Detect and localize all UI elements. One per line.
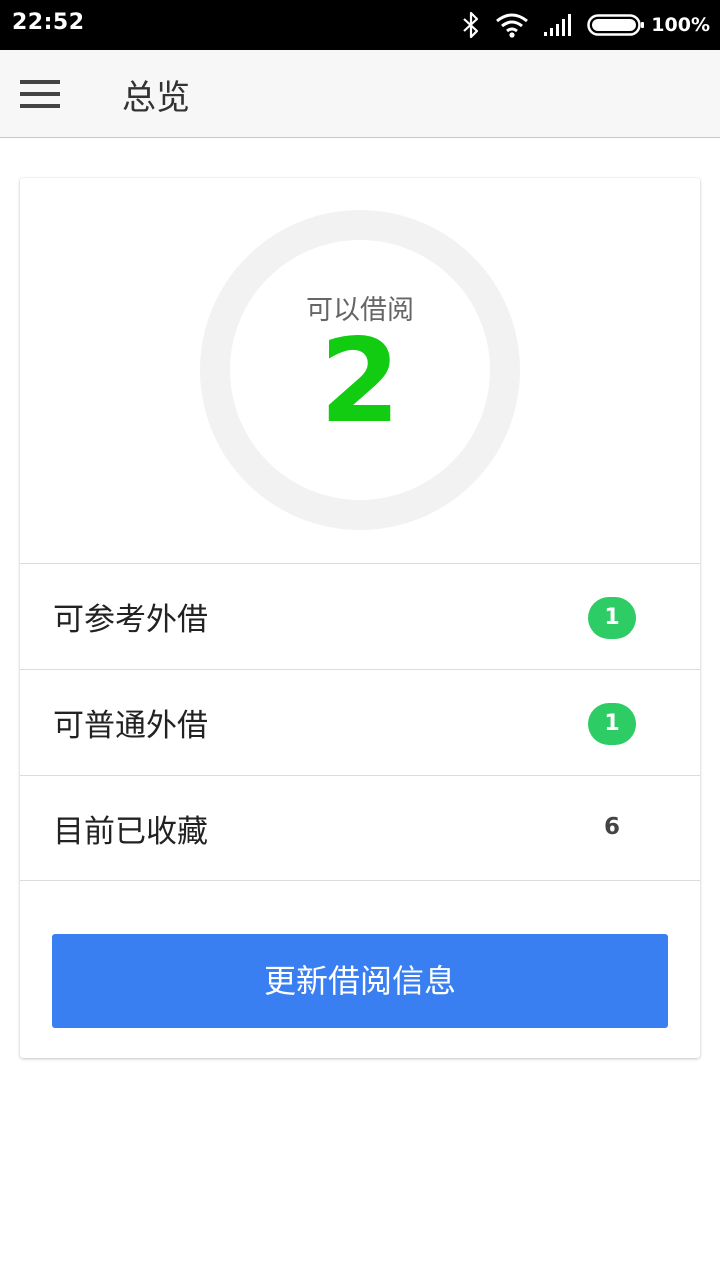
stat-row-reference-loan: 可参考外借 1 [20,563,700,669]
summary-value: 2 [319,314,401,449]
status-time: 22:52 [12,10,85,35]
count-badge: 1 [588,703,636,745]
bluetooth-icon [461,11,481,39]
overview-card: 可以借阅 2 可参考外借 1 可普通外借 1 目前已收藏 6 更新借阅信息 [20,178,700,1058]
refresh-borrow-info-button[interactable]: 更新借阅信息 [52,934,668,1028]
stat-row-favorites: 目前已收藏 6 [20,775,700,881]
status-bar: 22:52 100% [0,0,720,50]
battery-percent: 100% [651,14,710,36]
stat-label: 可参考外借 [53,602,208,638]
stats-list: 可参考外借 1 可普通外借 1 目前已收藏 6 [20,563,700,881]
stat-label: 可普通外借 [53,708,208,744]
page-title: 总览 [122,78,190,118]
count-value: 6 [603,814,620,840]
battery-icon [587,13,645,37]
wifi-icon [495,12,529,38]
count-badge: 1 [588,597,636,639]
menu-icon[interactable] [18,76,62,112]
status-icons: 100% [461,0,710,50]
app-bar: 总览 [0,50,720,138]
signal-icon [543,13,575,37]
stat-row-normal-loan: 可普通外借 1 [20,669,700,775]
borrowable-summary: 可以借阅 2 [20,178,700,563]
stat-label: 目前已收藏 [53,814,208,850]
